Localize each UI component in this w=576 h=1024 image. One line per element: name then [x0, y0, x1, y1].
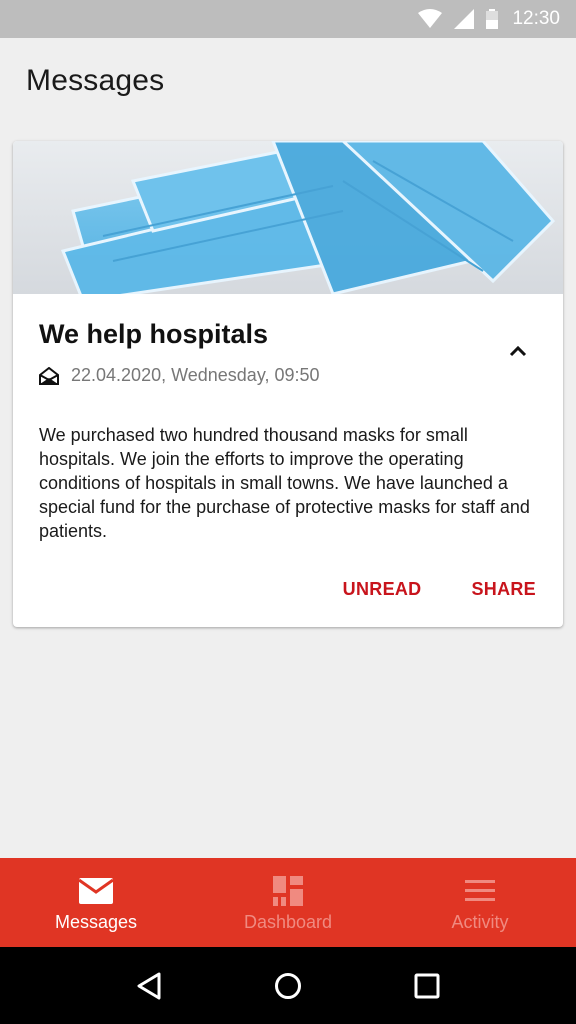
message-title: We help hospitals [39, 319, 269, 349]
page-title: Messages [26, 64, 165, 97]
back-triangle-icon [137, 972, 161, 999]
open-envelope-icon [39, 366, 59, 385]
system-navigation-bar [0, 947, 576, 1024]
menu-icon [465, 876, 495, 906]
home-circle-icon [274, 972, 301, 999]
status-bar: 12:30 [0, 0, 576, 38]
envelope-icon [79, 876, 113, 906]
dashboard-icon [273, 876, 303, 906]
clock: 12:30 [512, 8, 560, 29]
masks-image [13, 141, 563, 294]
message-body: We purchased two hundred thousand masks … [39, 425, 530, 541]
message-meta: 22.04.2020, Wednesday, 09:50 [39, 365, 320, 386]
wifi-icon [418, 9, 443, 29]
card-actions: UNREAD SHARE [343, 579, 536, 600]
message-card: We help hospitals 22.04.2020, Wednesday,… [13, 141, 563, 627]
nav-label-activity: Activity [451, 912, 509, 932]
nav-item-activity[interactable]: Activity [384, 858, 576, 947]
nav-label-dashboard: Dashboard [243, 912, 333, 932]
chevron-up-icon [509, 345, 527, 357]
battery-icon [486, 9, 499, 29]
share-button[interactable]: SHARE [471, 579, 536, 600]
recents-button[interactable] [407, 966, 447, 1006]
home-button[interactable] [268, 966, 308, 1006]
signal-icon [454, 9, 475, 29]
collapse-button[interactable] [503, 339, 533, 363]
message-date: 22.04.2020, Wednesday, 09:50 [71, 365, 320, 385]
nav-item-dashboard[interactable]: Dashboard [192, 858, 384, 947]
recents-square-icon [414, 973, 440, 998]
bottom-navigation: Messages Dashboard Activity [0, 858, 576, 947]
nav-label-messages: Messages [54, 912, 138, 932]
back-button[interactable] [129, 966, 169, 1006]
nav-item-messages[interactable]: Messages [0, 858, 192, 947]
unread-button[interactable]: UNREAD [343, 579, 422, 600]
